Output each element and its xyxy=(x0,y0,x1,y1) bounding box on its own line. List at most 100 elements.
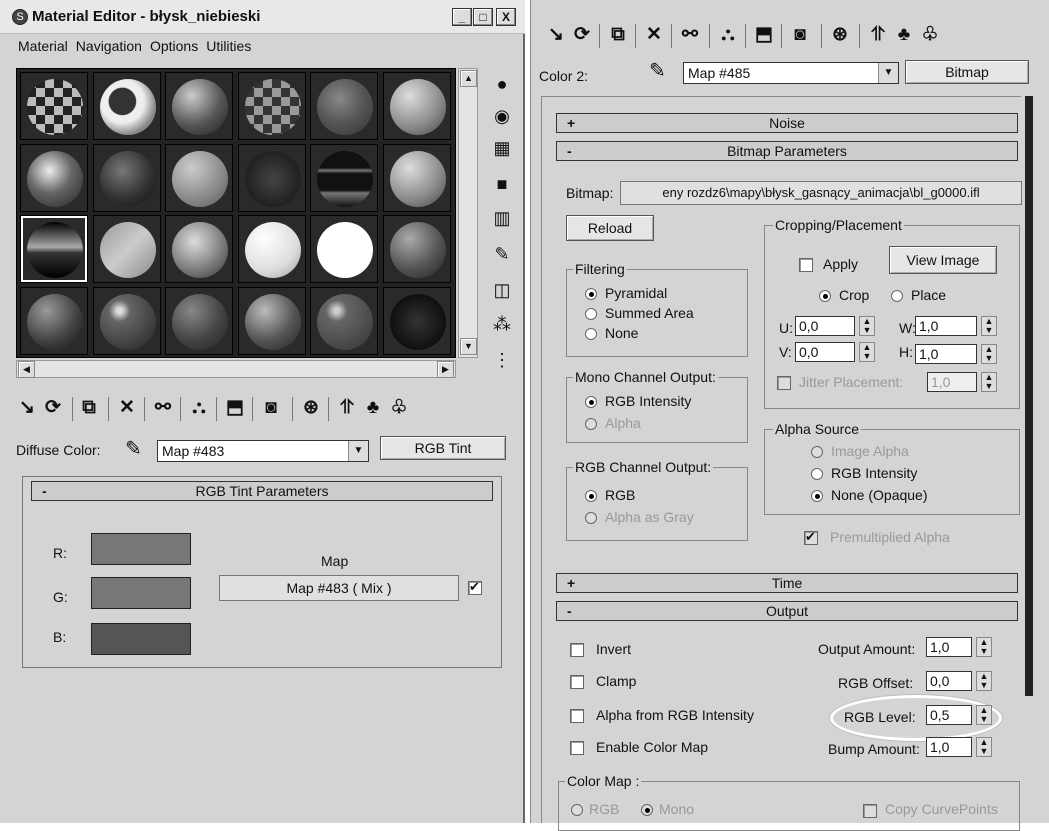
sample-slot[interactable] xyxy=(382,286,451,355)
clamp-checkbox[interactable] xyxy=(570,675,584,689)
pick-material-dropper-icon[interactable]: ✎ xyxy=(125,436,142,461)
menu-material[interactable]: Material xyxy=(18,38,68,54)
make-preview-icon[interactable]: ✎ xyxy=(488,240,516,268)
sample-vertical-scrollbar[interactable]: ▲ ▼ xyxy=(458,68,478,358)
background-checker-icon[interactable]: ▦ xyxy=(488,134,516,162)
mono-alpha-radio[interactable] xyxy=(585,418,597,430)
video-color-check-icon[interactable]: ▥ xyxy=(488,204,516,232)
chevron-down-icon[interactable]: ▼ xyxy=(348,441,368,461)
rgb-level-field[interactable]: 0,5 xyxy=(926,705,972,725)
sample-slot[interactable] xyxy=(165,215,233,283)
go-to-parent-icon[interactable]: ⥣ xyxy=(334,393,360,423)
rgb-offset-arrows[interactable]: ▲ ▼ xyxy=(976,671,992,691)
put-to-library-icon[interactable]: ⛬ xyxy=(186,393,212,423)
sample-slot[interactable] xyxy=(165,286,233,355)
v-spinner-arrows[interactable]: ▲ ▼ xyxy=(859,342,875,362)
blue-color-swatch[interactable] xyxy=(91,623,191,655)
put-to-library-icon[interactable]: ⛬ xyxy=(715,20,741,50)
premultiplied-alpha-checkbox[interactable] xyxy=(804,529,818,545)
bitmap-path-button[interactable]: eny rozdz6\mapy\błysk_gasnący_animacja\b… xyxy=(620,181,1022,205)
rgb-level-arrows[interactable]: ▲ ▼ xyxy=(976,705,992,725)
jitter-spinner-field[interactable]: 1,0 xyxy=(927,372,977,392)
sample-slot[interactable] xyxy=(237,72,306,140)
sample-slot[interactable] xyxy=(237,286,306,355)
show-end-result-icon[interactable]: ⊛ xyxy=(827,20,853,50)
show-map-in-viewport-icon[interactable]: ◙ xyxy=(258,393,284,423)
view-image-button[interactable]: View Image xyxy=(889,246,997,274)
sample-slot[interactable] xyxy=(382,215,451,283)
place-radio[interactable] xyxy=(891,290,903,302)
pyramidal-radio[interactable] xyxy=(585,288,597,300)
go-forward-sibling-icon[interactable]: ♣ xyxy=(360,393,386,423)
make-unique-icon[interactable]: ⚯ xyxy=(677,20,703,50)
rgb-radio[interactable] xyxy=(585,490,597,502)
bitmap-params-rollout-header[interactable]: - Bitmap Parameters xyxy=(556,141,1018,161)
sample-slot[interactable] xyxy=(237,143,306,212)
apply-checkbox[interactable] xyxy=(799,258,813,272)
assign-material-icon[interactable]: ⧉ xyxy=(76,393,102,423)
sample-slot[interactable] xyxy=(20,286,88,355)
time-rollout-header[interactable]: + Time xyxy=(556,573,1018,593)
make-unique-icon[interactable]: ⚯ xyxy=(150,393,176,423)
scroll-left-icon[interactable]: ◀ xyxy=(18,361,35,378)
sample-slot[interactable] xyxy=(20,72,88,140)
select-by-material-icon[interactable]: ⁂ xyxy=(488,310,516,338)
sample-slot[interactable] xyxy=(20,215,88,283)
go-forward-sibling-icon[interactable]: ♣ xyxy=(891,20,917,50)
enable-color-map-checkbox[interactable] xyxy=(570,741,584,755)
green-color-swatch[interactable] xyxy=(91,577,191,609)
menu-utilities[interactable]: Utilities xyxy=(206,38,251,54)
sample-slot[interactable] xyxy=(310,215,378,283)
material-navigator-icon[interactable]: ⋮ xyxy=(488,346,516,374)
minimize-button[interactable]: _ xyxy=(452,8,472,26)
summed-area-radio[interactable] xyxy=(585,308,597,320)
sample-slot[interactable] xyxy=(165,143,233,212)
pick-from-object-icon[interactable]: ♧ xyxy=(917,20,943,50)
sample-slot[interactable] xyxy=(20,143,88,212)
output-rollout-header[interactable]: - Output xyxy=(556,601,1018,621)
material-effects-channel-icon[interactable]: ⬒ xyxy=(751,20,777,50)
sample-slot[interactable] xyxy=(310,72,378,140)
w-spinner-field[interactable]: 1,0 xyxy=(915,316,977,336)
rollout-header[interactable]: - RGB Tint Parameters xyxy=(31,481,493,501)
sample-slot[interactable] xyxy=(165,72,233,140)
rollout-scrollbar[interactable] xyxy=(1025,96,1033,696)
reload-button[interactable]: Reload xyxy=(566,215,654,241)
bump-amount-arrows[interactable]: ▲ ▼ xyxy=(976,737,992,757)
jitter-placement-checkbox[interactable] xyxy=(777,376,791,390)
alpha-rgb-intensity-radio[interactable] xyxy=(811,468,823,480)
put-to-scene-icon[interactable]: ⟳ xyxy=(40,393,66,423)
copy-curvepoints-checkbox[interactable] xyxy=(863,804,877,818)
v-spinner-field[interactable]: 0,0 xyxy=(795,342,855,362)
sample-slot[interactable] xyxy=(92,215,161,283)
h-spinner-arrows[interactable]: ▲ ▼ xyxy=(981,344,997,364)
rgb-offset-field[interactable]: 0,0 xyxy=(926,671,972,691)
sample-slot[interactable] xyxy=(382,143,451,212)
map-type-button[interactable]: Bitmap xyxy=(905,60,1029,84)
map-enable-checkbox[interactable] xyxy=(468,579,482,595)
u-spinner-field[interactable]: 0,0 xyxy=(795,316,855,336)
map-name-combo[interactable]: Map #485 ▼ xyxy=(683,62,899,84)
show-end-result-icon[interactable]: ⊛ xyxy=(298,393,324,423)
maximize-button[interactable]: □ xyxy=(473,8,493,26)
map-slot-button[interactable]: Map #483 ( Mix ) xyxy=(219,575,459,601)
assign-material-icon[interactable]: ⧉ xyxy=(605,20,631,50)
color-map-mono-radio[interactable] xyxy=(641,804,653,816)
alpha-from-rgb-checkbox[interactable] xyxy=(570,709,584,723)
pick-material-dropper-icon[interactable]: ✎ xyxy=(649,58,666,83)
sample-horizontal-scrollbar[interactable]: ◀ ▶ xyxy=(16,360,456,378)
reset-map-icon[interactable]: ✕ xyxy=(114,393,140,423)
w-spinner-arrows[interactable]: ▲ ▼ xyxy=(981,316,997,336)
output-amount-arrows[interactable]: ▲ ▼ xyxy=(976,637,992,657)
sample-slot[interactable] xyxy=(310,143,378,212)
chevron-down-icon[interactable]: ▼ xyxy=(878,63,898,83)
sample-slot[interactable] xyxy=(382,72,451,140)
sample-slot[interactable] xyxy=(92,143,161,212)
menu-options[interactable]: Options xyxy=(150,38,198,54)
options-icon[interactable]: ◫ xyxy=(488,276,516,304)
scroll-up-icon[interactable]: ▲ xyxy=(460,70,477,87)
invert-checkbox[interactable] xyxy=(570,643,584,657)
pick-from-object-icon[interactable]: ♧ xyxy=(386,393,412,423)
map-type-button[interactable]: RGB Tint xyxy=(380,436,506,460)
put-to-scene-icon[interactable]: ⟳ xyxy=(569,20,595,50)
